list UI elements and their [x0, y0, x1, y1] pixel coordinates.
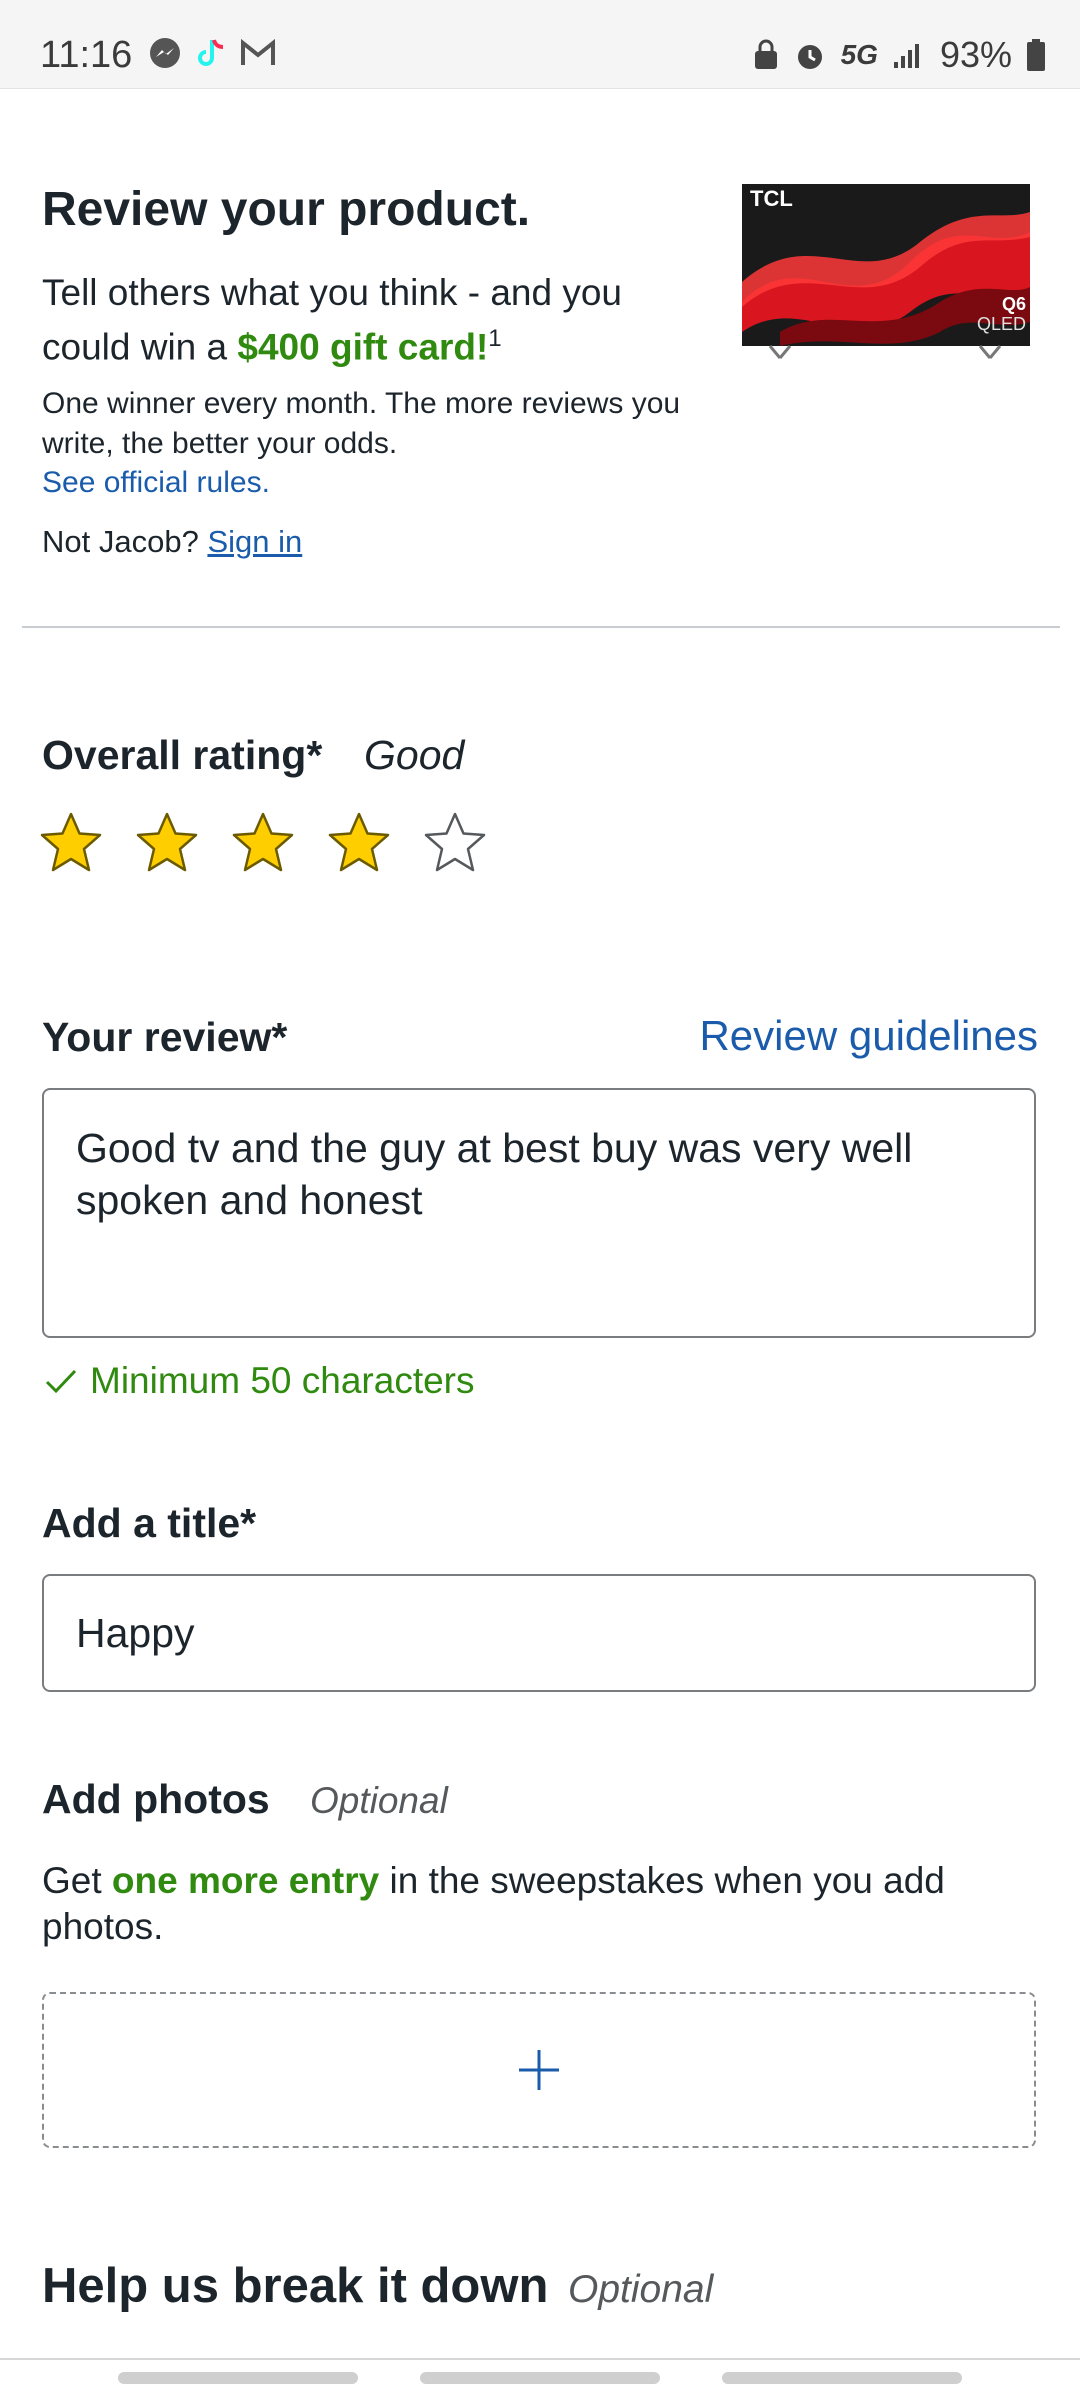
- bottom-toolbar: [0, 2372, 1080, 2384]
- breakdown-heading: Help us break it down: [42, 2259, 549, 2313]
- title-label: Add a title*: [42, 1500, 257, 1546]
- toolbar-handle-left[interactable]: [118, 2372, 358, 2384]
- add-photo-button[interactable]: [42, 1992, 1036, 2148]
- checkmark-icon: [45, 1369, 77, 1394]
- bottom-divider: [0, 2358, 1080, 2360]
- overall-rating-label: Overall rating*: [42, 732, 323, 778]
- product-brand: TCL: [750, 186, 793, 211]
- add-photos-label: Add photos: [42, 1776, 270, 1822]
- product-image: TCL Q6 QLED: [740, 182, 1032, 364]
- gmail-icon: [241, 38, 275, 65]
- network-type: 5G: [840, 39, 878, 70]
- photos-optional-tag: Optional: [310, 1780, 448, 1821]
- star-rating: [38, 810, 488, 876]
- alarm-icon: [797, 45, 822, 69]
- battery-icon: [1027, 39, 1045, 71]
- product-badge-qled: QLED: [977, 314, 1026, 334]
- rating-value-text: Good: [364, 732, 465, 778]
- lock-icon: [754, 39, 777, 69]
- clock: 11:16: [40, 34, 133, 76]
- review-guidelines-link[interactable]: Review guidelines: [699, 1012, 1038, 1060]
- star-5-icon[interactable]: [422, 810, 488, 876]
- signal-icon: [893, 44, 919, 68]
- review-textarea[interactable]: Good tv and the guy at best buy was very…: [42, 1088, 1036, 1338]
- star-1-icon[interactable]: [38, 810, 104, 876]
- footnote-marker: 1: [488, 325, 502, 352]
- gift-card-highlight: $400 gift card!: [237, 326, 489, 368]
- hero-subtitle: Tell others what you think - and you cou…: [42, 272, 622, 368]
- one-more-entry-highlight: one more entry: [111, 1860, 380, 1901]
- review-label: Your review*: [42, 1014, 288, 1060]
- tiktok-icon: [198, 39, 224, 66]
- product-badge-q6: Q6: [1002, 294, 1026, 314]
- title-input[interactable]: Happy: [42, 1574, 1036, 1692]
- star-3-icon[interactable]: [230, 810, 296, 876]
- min-characters-validation: Minimum 50 characters: [44, 1360, 475, 1402]
- sign-in-link[interactable]: Sign in: [207, 524, 302, 559]
- page-title: Review your product.: [42, 183, 531, 236]
- official-rules-link[interactable]: See official rules.: [42, 466, 270, 500]
- toolbar-handle-right[interactable]: [722, 2372, 962, 2384]
- messenger-icon: [150, 38, 180, 68]
- not-user-line: Not Jacob? Sign in: [42, 524, 303, 559]
- photos-description: Get one more entry in the sweepstakes wh…: [42, 1860, 945, 1947]
- status-bar: 11:16 5G 93%: [0, 0, 1080, 89]
- toolbar-handle-center[interactable]: [420, 2372, 660, 2384]
- battery-percent: 93%: [939, 34, 1012, 75]
- section-divider: [22, 626, 1060, 628]
- breakdown-optional-tag: Optional: [568, 2268, 714, 2311]
- star-4-icon[interactable]: [326, 810, 392, 876]
- sweepstakes-note: One winner every month. The more reviews…: [42, 387, 681, 460]
- plus-icon: [519, 2050, 559, 2090]
- star-2-icon[interactable]: [134, 810, 200, 876]
